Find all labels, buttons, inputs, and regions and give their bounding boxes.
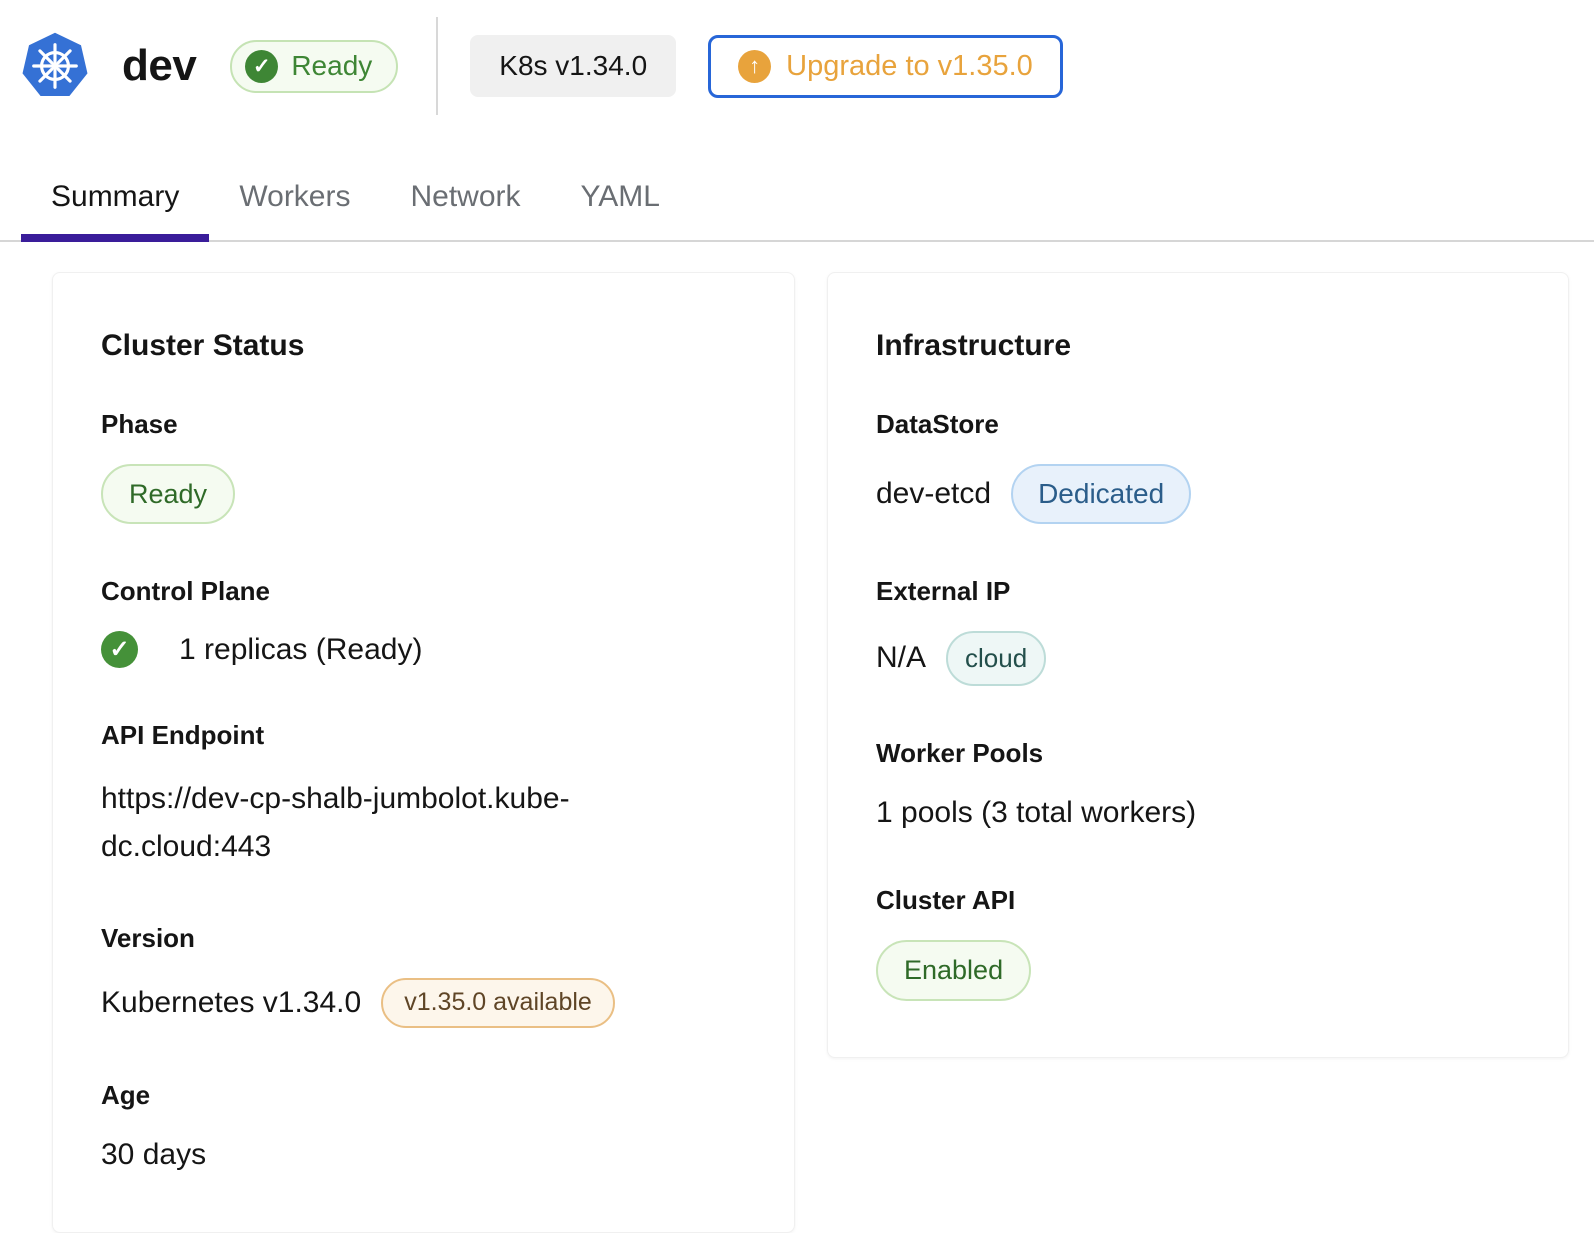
cluster-status-badge: ✓ Ready — [230, 39, 399, 93]
upgrade-arrow-icon: ↑ — [738, 49, 772, 83]
api-endpoint-field: API Endpoint https://dev-cp-shalb-jumbol… — [101, 720, 746, 871]
datastore-value: dev-etcd — [876, 476, 992, 510]
check-circle-icon: ✓ — [245, 49, 279, 83]
worker-pools-value: 1 pools (3 total workers) — [876, 795, 1197, 829]
summary-content: Cluster Status Phase Ready Control Plane… — [52, 272, 1569, 1233]
external-ip-value: N/A — [876, 641, 927, 675]
infrastructure-card: Infrastructure DataStore dev-etcd Dedica… — [827, 272, 1569, 1058]
version-label: Version — [101, 923, 195, 954]
tab-bar: Summary Workers Network YAML — [0, 166, 1594, 242]
external-ip-cloud-badge: cloud — [946, 630, 1047, 686]
kubernetes-logo-icon — [22, 32, 88, 96]
header-divider — [436, 17, 439, 115]
upgrade-button-label: Upgrade to v1.35.0 — [786, 49, 1033, 82]
datastore-dedicated-badge: Dedicated — [1011, 464, 1192, 524]
worker-pools-label: Worker Pools — [876, 737, 1044, 768]
tab-network[interactable]: Network — [380, 166, 550, 242]
upgrade-button[interactable]: ↑ Upgrade to v1.35.0 — [708, 34, 1063, 98]
phase-ready-badge: Ready — [101, 464, 236, 525]
version-field: Version Kubernetes v1.34.0 v1.35.0 avail… — [101, 923, 746, 1029]
cluster-api-field: Cluster API Enabled — [876, 885, 1520, 1001]
version-value: Kubernetes v1.34.0 — [101, 986, 362, 1020]
api-endpoint-value: https://dev-cp-shalb-jumbolot.kube-dc.cl… — [101, 782, 570, 864]
cluster-header: dev ✓ Ready K8s v1.34.0 ↑ Upgrade to v1.… — [0, 0, 1594, 132]
cluster-status-card-title: Cluster Status — [101, 329, 305, 362]
worker-pools-field: Worker Pools 1 pools (3 total workers) — [876, 738, 1520, 834]
tab-yaml[interactable]: YAML — [551, 166, 690, 242]
k8s-version-badge: K8s v1.34.0 — [470, 35, 677, 97]
tab-summary[interactable]: Summary — [21, 166, 210, 242]
cluster-status-card: Cluster Status Phase Ready Control Plane… — [52, 272, 795, 1233]
phase-field: Phase Ready — [101, 409, 746, 525]
infrastructure-card-title: Infrastructure — [876, 329, 1072, 362]
cluster-name: dev — [122, 41, 197, 90]
control-plane-field: Control Plane ✓ 1 replicas (Ready) — [101, 576, 746, 669]
datastore-label: DataStore — [876, 409, 999, 439]
cluster-api-label: Cluster API — [876, 885, 1016, 916]
age-field: Age 30 days — [101, 1080, 746, 1176]
external-ip-label: External IP — [876, 575, 1011, 606]
check-circle-icon: ✓ — [101, 631, 138, 669]
age-value: 30 days — [101, 1138, 207, 1172]
age-label: Age — [101, 1080, 151, 1111]
control-plane-label: Control Plane — [101, 576, 271, 607]
tab-workers[interactable]: Workers — [209, 166, 380, 242]
phase-label: Phase — [101, 409, 178, 439]
external-ip-field: External IP N/A cloud — [876, 576, 1520, 686]
api-endpoint-label: API Endpoint — [101, 720, 265, 751]
datastore-field: DataStore dev-etcd Dedicated — [876, 409, 1520, 524]
control-plane-value: 1 replicas (Ready) — [179, 632, 423, 666]
version-available-badge: v1.35.0 available — [381, 978, 615, 1029]
cluster-api-enabled-badge: Enabled — [876, 940, 1032, 1001]
cluster-status-badge-label: Ready — [291, 50, 373, 81]
